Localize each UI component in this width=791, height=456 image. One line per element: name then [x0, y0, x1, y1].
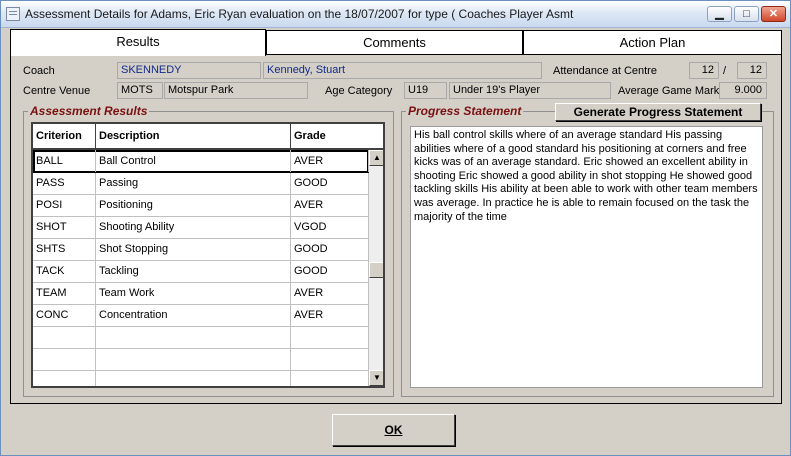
app-icon: [6, 7, 20, 21]
grade-cell[interactable]: AVER: [291, 304, 369, 326]
average-mark-label: Average Game Mark: [618, 85, 720, 97]
assessment-results-title: Assessment Results: [28, 104, 150, 118]
description-cell[interactable]: [96, 348, 291, 370]
age-name-field[interactable]: Under 19's Player: [449, 82, 611, 99]
table-row[interactable]: [33, 348, 369, 371]
tab-comments[interactable]: Comments: [266, 30, 523, 54]
progress-statement-title: Progress Statement: [406, 104, 524, 118]
description-cell[interactable]: [96, 370, 291, 386]
grade-cell[interactable]: GOOD: [291, 260, 369, 282]
attendance-attended-field[interactable]: 12: [689, 62, 719, 79]
window-title: Assessment Details for Adams, Eric Ryan …: [25, 7, 574, 21]
table-row[interactable]: [33, 326, 369, 349]
grade-cell[interactable]: GOOD: [291, 238, 369, 260]
tab-action-plan[interactable]: Action Plan: [523, 30, 782, 54]
scroll-thumb[interactable]: [369, 262, 383, 278]
table-row[interactable]: TEAM Team Work AVER: [33, 282, 369, 305]
column-header-description[interactable]: Description: [96, 124, 291, 148]
close-icon: ✕: [768, 8, 779, 20]
grid-scrollbar[interactable]: ▲ ▼: [369, 150, 383, 386]
coach-label: Coach: [23, 65, 55, 77]
table-row[interactable]: BALL Ball Control AVER: [33, 150, 369, 173]
grade-cell[interactable]: VGOD: [291, 216, 369, 238]
grid-header: Criterion Description Grade: [33, 124, 383, 150]
table-row[interactable]: POSI Positioning AVER: [33, 194, 369, 217]
title-bar[interactable]: Assessment Details for Adams, Eric Ryan …: [1, 1, 790, 28]
assessment-details-window: Assessment Details for Adams, Eric Ryan …: [0, 0, 791, 456]
criterion-cell[interactable]: CONC: [33, 304, 96, 326]
criterion-cell[interactable]: TEAM: [33, 282, 96, 304]
age-code-field[interactable]: U19: [404, 82, 447, 99]
grade-cell[interactable]: [291, 326, 369, 348]
venue-label: Centre Venue: [23, 85, 91, 97]
generate-progress-statement-button[interactable]: Generate Progress Statement: [555, 103, 761, 121]
description-cell[interactable]: Team Work: [96, 282, 291, 304]
criterion-cell[interactable]: [33, 370, 96, 386]
description-cell[interactable]: Shot Stopping: [96, 238, 291, 260]
minimize-button[interactable]: ▁: [707, 6, 732, 22]
coach-code-field[interactable]: SKENNEDY: [117, 62, 261, 79]
column-header-criterion[interactable]: Criterion: [33, 124, 96, 148]
criterion-cell[interactable]: POSI: [33, 194, 96, 216]
assessment-grid[interactable]: Criterion Description Grade BALL Ball Con…: [31, 122, 385, 388]
ok-button[interactable]: OK: [332, 414, 455, 446]
table-row[interactable]: [33, 370, 369, 386]
grade-cell[interactable]: GOOD: [291, 172, 369, 194]
description-cell[interactable]: Passing: [96, 172, 291, 194]
attendance-label: Attendance at Centre: [553, 65, 657, 77]
description-cell[interactable]: Concentration: [96, 304, 291, 326]
scroll-up-icon: ▲: [373, 153, 381, 162]
scroll-down-icon: ▼: [373, 373, 381, 382]
age-category-label: Age Category: [325, 85, 393, 97]
criterion-cell[interactable]: PASS: [33, 172, 96, 194]
venue-name-field[interactable]: Motspur Park: [164, 82, 308, 99]
average-mark-field[interactable]: 9.000: [719, 82, 767, 99]
description-cell[interactable]: Tackling: [96, 260, 291, 282]
criterion-cell[interactable]: SHOT: [33, 216, 96, 238]
criterion-cell[interactable]: BALL: [33, 150, 96, 172]
criterion-cell[interactable]: [33, 348, 96, 370]
attendance-separator: /: [723, 65, 727, 77]
maximize-icon: □: [743, 8, 750, 20]
table-row[interactable]: PASS Passing GOOD: [33, 172, 369, 195]
description-cell[interactable]: [96, 326, 291, 348]
description-cell[interactable]: Shooting Ability: [96, 216, 291, 238]
description-cell[interactable]: Positioning: [96, 194, 291, 216]
criterion-cell[interactable]: TACK: [33, 260, 96, 282]
scroll-up-button[interactable]: ▲: [369, 150, 383, 166]
table-row[interactable]: CONC Concentration AVER: [33, 304, 369, 327]
table-row[interactable]: TACK Tackling GOOD: [33, 260, 369, 283]
criterion-cell[interactable]: SHTS: [33, 238, 96, 260]
progress-statement-text[interactable]: His ball control skills where of an aver…: [410, 126, 763, 388]
tab-results[interactable]: Results: [10, 29, 266, 56]
description-cell[interactable]: Ball Control: [96, 150, 291, 172]
table-row[interactable]: SHOT Shooting Ability VGOD: [33, 216, 369, 239]
coach-name-field[interactable]: Kennedy, Stuart: [263, 62, 542, 79]
maximize-button[interactable]: □: [734, 6, 759, 22]
grade-cell[interactable]: [291, 370, 369, 386]
grade-cell[interactable]: AVER: [291, 194, 369, 216]
venue-code-field[interactable]: MOTS: [117, 82, 163, 99]
minimize-icon: ▁: [715, 8, 724, 20]
scroll-down-button[interactable]: ▼: [369, 370, 383, 386]
grade-cell[interactable]: AVER: [291, 282, 369, 304]
grade-cell[interactable]: [291, 348, 369, 370]
criterion-cell[interactable]: [33, 326, 96, 348]
column-header-grade[interactable]: Grade: [291, 124, 383, 148]
table-row[interactable]: SHTS Shot Stopping GOOD: [33, 238, 369, 261]
close-button[interactable]: ✕: [761, 6, 786, 22]
attendance-total-field[interactable]: 12: [737, 62, 767, 79]
grade-cell[interactable]: AVER: [291, 150, 369, 172]
